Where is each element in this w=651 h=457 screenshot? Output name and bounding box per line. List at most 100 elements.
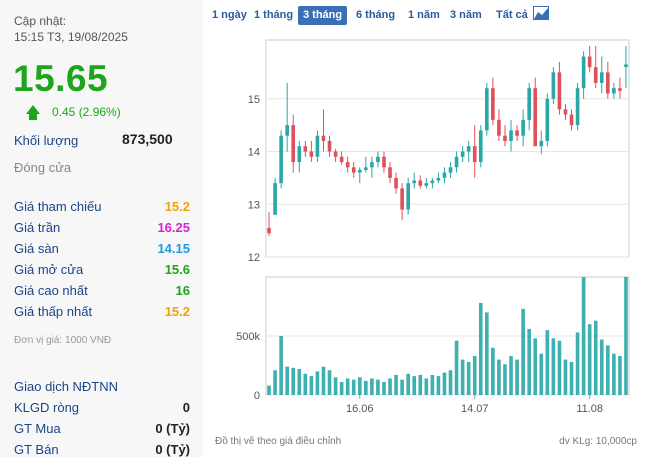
volume-bar xyxy=(430,374,435,395)
volume-bar xyxy=(460,359,465,395)
candle-body xyxy=(557,72,562,110)
candle-body xyxy=(412,180,417,184)
volume-bar xyxy=(400,379,404,395)
volume-bar xyxy=(472,356,477,395)
volume-bar xyxy=(351,379,356,395)
summary-panel: Cập nhật: 15:15 T3, 19/08/2025 15.65 0.4… xyxy=(0,0,203,457)
volume-bar xyxy=(551,338,556,395)
volume-bar xyxy=(545,330,550,395)
x-tick-label: 11.08 xyxy=(576,403,603,415)
volume-bar xyxy=(539,353,544,395)
arrow-up-icon-stem xyxy=(29,113,37,120)
volume-bar xyxy=(478,302,483,395)
candle-body xyxy=(309,151,314,157)
volume-bar xyxy=(557,340,562,395)
stat-row: Giá sàn 14.15 xyxy=(14,241,190,256)
candle-body xyxy=(279,135,283,184)
volume-bar xyxy=(515,359,519,395)
volume-value: 873,500 xyxy=(122,131,173,147)
candle-body xyxy=(388,167,392,178)
volume-bar xyxy=(612,353,616,395)
volume-bar xyxy=(297,369,302,395)
candle-body xyxy=(321,135,326,141)
candle-body xyxy=(527,88,531,120)
candle-body xyxy=(618,88,622,91)
volume-bar xyxy=(442,372,447,395)
volume-bar xyxy=(412,376,417,395)
candle-body xyxy=(551,72,556,99)
candle-body xyxy=(394,177,398,189)
stat-row: Giá mở cửa 15.6 xyxy=(14,262,190,277)
volume-bar xyxy=(279,336,283,395)
volume-bar xyxy=(436,376,441,395)
candle-body xyxy=(624,64,628,68)
volume-bar xyxy=(533,338,538,395)
volume-bar xyxy=(370,378,374,395)
candle-body xyxy=(370,162,374,168)
candle-body xyxy=(593,67,598,83)
candle-body xyxy=(466,146,471,152)
candle-body xyxy=(472,146,477,163)
volume-bar xyxy=(581,277,586,395)
volume-bar xyxy=(357,377,362,395)
volume-bar xyxy=(291,367,296,395)
volume-bar xyxy=(303,373,308,395)
stat-value: 15.2 xyxy=(164,304,190,319)
volume-tick-label: 500k xyxy=(236,331,260,343)
candle-body xyxy=(569,114,574,126)
stat-label: Giá thấp nhất xyxy=(14,304,93,319)
stat-value: 15.2 xyxy=(164,199,190,214)
current-price: 15.65 xyxy=(13,58,109,99)
volume-bar xyxy=(285,366,289,395)
price-panel-frame xyxy=(265,39,630,258)
stat-label: Giá trần xyxy=(14,220,61,235)
volume-bar xyxy=(509,356,513,395)
volume-bar xyxy=(587,324,592,395)
x-tick-label: 14.07 xyxy=(461,403,489,415)
candle-body xyxy=(273,183,277,215)
chart-note: Đồ thị vẽ theo giá điều chỉnh xyxy=(215,436,342,447)
candle-body xyxy=(612,88,616,94)
unit-note: Đơn vị giá: 1000 VNĐ xyxy=(14,335,112,346)
foreign-row: GT Bán 0 (Tỷ) xyxy=(14,442,190,457)
price-volume-chart: 12 13 14 15 0 500k 16.06 14.07 11.08 xyxy=(236,39,630,415)
candle-body xyxy=(575,88,580,126)
candle-body xyxy=(315,135,320,157)
stat-value: 15.6 xyxy=(164,262,190,277)
candle-body xyxy=(339,156,344,163)
candle-body xyxy=(436,177,441,181)
price-change: 0.45 (2.96%) xyxy=(52,105,121,119)
candle-body xyxy=(454,156,459,168)
candle-body xyxy=(267,227,271,234)
candle-body xyxy=(497,119,501,136)
volume-bar xyxy=(273,370,277,395)
volume-bar xyxy=(321,366,326,395)
volume-bar xyxy=(333,377,338,395)
volume-tick-label: 0 xyxy=(254,390,260,402)
foreign-label: GT Bán xyxy=(14,442,59,457)
candle-body xyxy=(297,146,302,163)
candle-body xyxy=(382,156,386,168)
volume-bar xyxy=(388,378,392,395)
price-tick-label: 12 xyxy=(248,252,260,264)
candle-body xyxy=(581,56,586,89)
candle-body xyxy=(491,88,495,120)
volume-bar xyxy=(454,340,459,395)
candle-body xyxy=(539,140,544,147)
stat-row: Giá cao nhất 16 xyxy=(14,283,190,298)
candle-body xyxy=(448,167,453,173)
stat-label: Giá sàn xyxy=(14,241,59,256)
candle-body xyxy=(345,162,350,168)
volume-bar xyxy=(267,385,271,395)
foreign-row: KLGD ròng 0 xyxy=(14,400,190,415)
candle-body xyxy=(291,125,296,163)
candle-body xyxy=(485,88,489,131)
foreign-value: 0 (Tỷ) xyxy=(155,421,190,436)
update-time: 15:15 T3, 19/08/2025 xyxy=(14,30,128,44)
volume-bar xyxy=(563,359,568,395)
volume-bar xyxy=(376,379,380,395)
candle-body xyxy=(400,188,404,210)
volume-bar xyxy=(618,356,622,395)
candle-body xyxy=(478,130,483,163)
foreign-value: 0 (Tỷ) xyxy=(155,442,190,457)
